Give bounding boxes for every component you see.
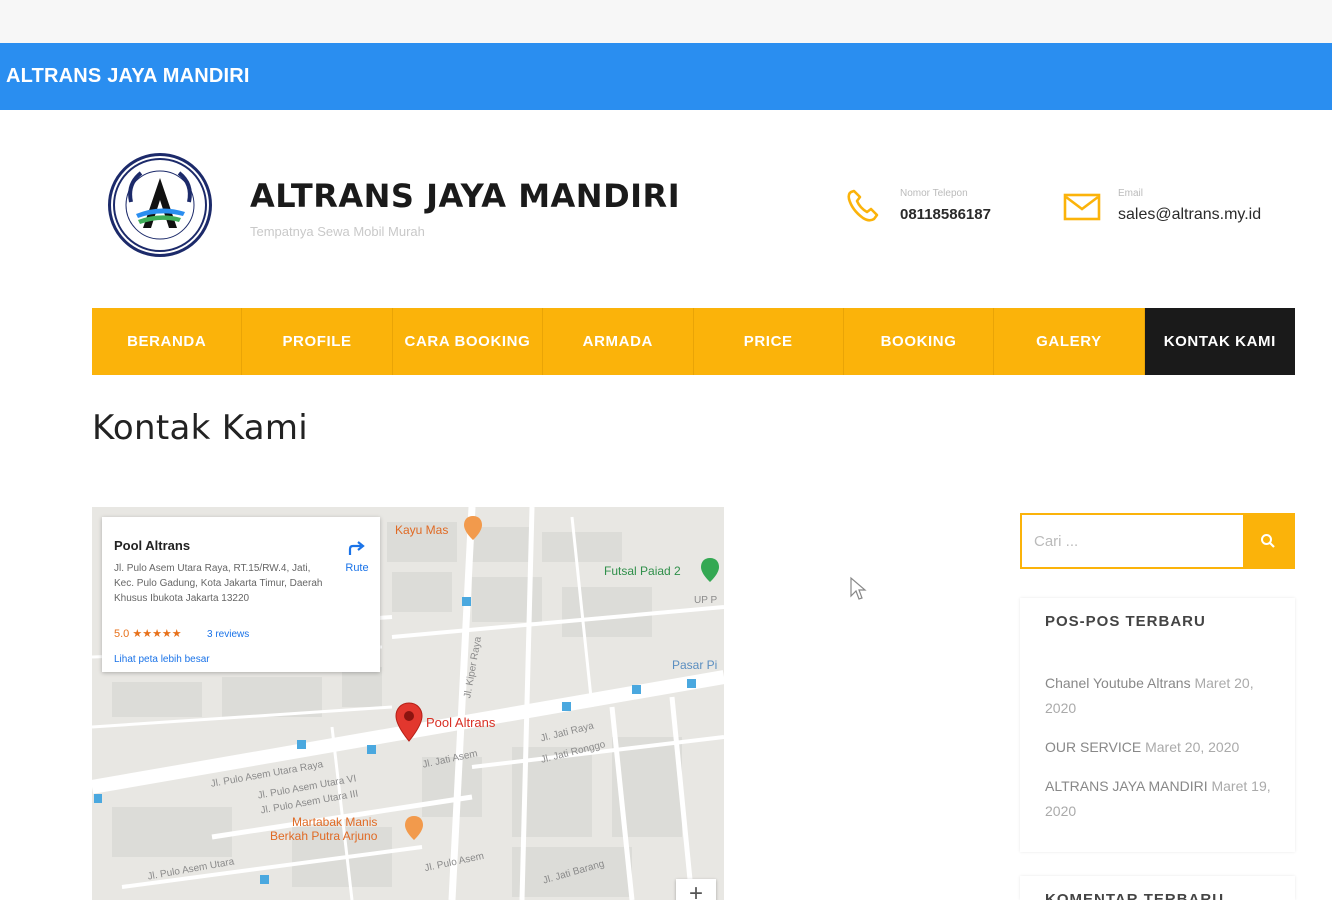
map-card-larger-map-link[interactable]: Lihat peta lebih besar bbox=[114, 654, 210, 665]
nav-item-profile[interactable]: PROFILE bbox=[242, 308, 393, 375]
location-pin-icon[interactable] bbox=[394, 701, 424, 743]
mail-icon bbox=[1063, 193, 1101, 221]
nav-item-booking[interactable]: BOOKING bbox=[844, 308, 995, 375]
nav-item-armada[interactable]: ARMADA bbox=[543, 308, 694, 375]
embedded-map[interactable]: Kayu Mas Futsal Paiad 2 UP P Pasar Pi Po… bbox=[92, 507, 724, 900]
main-nav: BERANDA PROFILE CARA BOOKING ARMADA PRIC… bbox=[92, 308, 1295, 375]
email-label: Email bbox=[1118, 188, 1144, 199]
map-card-place-name: Pool Altrans bbox=[114, 538, 191, 553]
phone-label: Nomor Telepon bbox=[900, 188, 968, 199]
directions-button[interactable]: Rute bbox=[342, 537, 372, 574]
recent-post-title[interactable]: OUR SERVICE bbox=[1045, 739, 1141, 755]
place-pasar[interactable]: Pasar Pi bbox=[672, 658, 717, 672]
recent-comments-widget: KOMENTAR TERBARU bbox=[1020, 876, 1295, 900]
recent-post-title[interactable]: Chanel Youtube Altrans bbox=[1045, 675, 1191, 691]
nav-item-beranda[interactable]: BERANDA bbox=[92, 308, 243, 375]
logo-emblem-icon bbox=[113, 158, 207, 252]
place-martabak[interactable]: Martabak Manis bbox=[292, 815, 377, 829]
recent-posts-widget: POS-POS TERBARU Chanel Youtube Altrans M… bbox=[1020, 598, 1295, 852]
directions-icon bbox=[348, 541, 365, 555]
directions-label: Rute bbox=[345, 562, 369, 574]
recent-post-item[interactable]: Chanel Youtube Altrans Maret 20, 2020 bbox=[1045, 671, 1275, 721]
sports-pin-icon bbox=[701, 558, 719, 582]
place-up: UP P bbox=[694, 595, 718, 606]
search-input[interactable] bbox=[1022, 515, 1245, 567]
phone-icon bbox=[847, 189, 879, 222]
site-logo[interactable] bbox=[108, 153, 212, 257]
place-berkah[interactable]: Berkah Putra Arjuno bbox=[270, 829, 377, 843]
page-title: Kontak Kami bbox=[92, 408, 309, 448]
restaurant-pin-icon bbox=[464, 516, 482, 540]
map-card-address: Jl. Pulo Asem Utara Raya, RT.15/RW.4, Ja… bbox=[114, 563, 323, 604]
search-button[interactable] bbox=[1243, 515, 1293, 567]
browser-top-strip bbox=[0, 0, 1332, 43]
search-icon bbox=[1261, 534, 1275, 548]
mouse-cursor-icon bbox=[850, 576, 867, 600]
nav-item-galery[interactable]: GALERY bbox=[994, 308, 1145, 375]
recent-post-item[interactable]: ALTRANS JAYA MANDIRI Maret 19, 2020 bbox=[1045, 774, 1275, 824]
recent-post-item[interactable]: OUR SERVICE Maret 20, 2020 bbox=[1045, 735, 1275, 760]
recent-posts-title: POS-POS TERBARU bbox=[1045, 613, 1206, 630]
nav-item-kontak-kami[interactable]: KONTAK KAMI bbox=[1144, 308, 1295, 375]
map-card-rating: 5.0 ★★★★★ bbox=[114, 628, 182, 640]
place-kayu-mas[interactable]: Kayu Mas bbox=[395, 523, 448, 537]
map-card-reviews-link[interactable]: 3 reviews bbox=[207, 629, 249, 640]
food-pin-icon bbox=[405, 816, 423, 840]
top-bar-brand[interactable]: ALTRANS JAYA MANDIRI bbox=[6, 65, 250, 88]
map-info-card: Pool Altrans Jl. Pulo Asem Utara Raya, R… bbox=[102, 517, 380, 672]
phone-value[interactable]: 08118586187 bbox=[900, 206, 991, 223]
recent-comments-title: KOMENTAR TERBARU bbox=[1045, 891, 1225, 900]
recent-post-title[interactable]: ALTRANS JAYA MANDIRI bbox=[1045, 778, 1208, 794]
top-bar: ALTRANS JAYA MANDIRI bbox=[0, 43, 1332, 110]
site-title[interactable]: ALTRANS JAYA MANDIRI bbox=[250, 177, 680, 215]
recent-post-date: Maret 20, 2020 bbox=[1145, 739, 1240, 755]
email-value[interactable]: sales@altrans.my.id bbox=[1118, 206, 1261, 224]
place-futsal[interactable]: Futsal Paiad 2 bbox=[604, 564, 681, 578]
nav-item-price[interactable]: PRICE bbox=[694, 308, 844, 375]
map-zoom-in-button[interactable]: + bbox=[676, 879, 716, 900]
nav-item-cara-booking[interactable]: CARA BOOKING bbox=[393, 308, 544, 375]
place-pool-altrans[interactable]: Pool Altrans bbox=[426, 715, 495, 730]
search-form bbox=[1020, 513, 1295, 569]
site-tagline: Tempatnya Sewa Mobil Murah bbox=[250, 224, 425, 239]
